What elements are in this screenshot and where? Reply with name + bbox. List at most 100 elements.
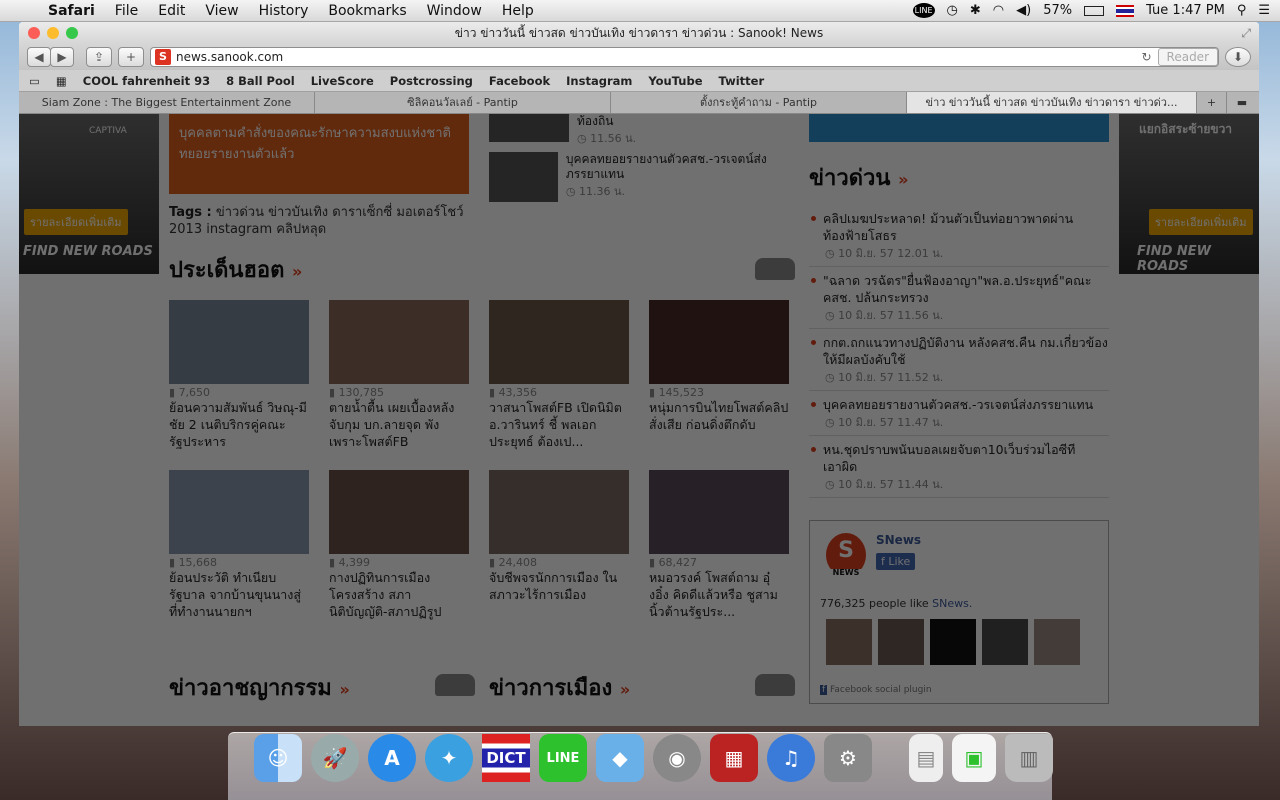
bluetooth-icon[interactable]: ✱ (970, 3, 981, 18)
hot-card[interactable]: ▮ 130,785 ตายน้ำตื้น เผยเบื้องหลังจับกุม … (329, 300, 469, 450)
news-thumbnail[interactable] (489, 114, 569, 142)
card-image[interactable] (169, 300, 309, 384)
time-machine-icon[interactable]: ◷ (947, 3, 958, 18)
hot-card[interactable]: ▮ 4,399 กางปฏิทินการเมือง โครงสร้าง สภานิ… (329, 470, 469, 620)
snews-logo[interactable]: S NEWS (826, 533, 866, 577)
facetime-icon[interactable]: ◉ (653, 734, 701, 782)
sidebar-banner[interactable] (809, 114, 1109, 142)
menu-edit[interactable]: Edit (148, 3, 195, 19)
right-ad-banner[interactable]: แยกอิสระซ้ายขวา รายละเอียดเพิ่มเติม FIND… (1119, 114, 1259, 274)
share-button[interactable]: ⇪ (86, 47, 112, 67)
menu-file[interactable]: File (105, 3, 148, 19)
card-title[interactable]: ย้อนประวัติ ทำเนียบรัฐบาล จากบ้านขุนนางส… (169, 569, 309, 620)
fb-avatar[interactable] (878, 619, 924, 665)
menu-view[interactable]: View (195, 3, 248, 19)
itunes-icon[interactable]: ♫ (767, 734, 815, 782)
safari-icon[interactable]: ✦ (425, 734, 473, 782)
crime-section-title[interactable]: ข่าวอาชญากรรม » (169, 670, 350, 705)
breaking-news-item[interactable]: บุคคลทยอยรายงานตัวคสช.-วรเจตน์ส่งภรรยาแท… (809, 391, 1109, 436)
tab-pantip-question[interactable]: ตั้งกระทู้คำถาม - Pantip (611, 92, 907, 113)
breaking-news-item[interactable]: หน.ชุดปราบพนันบอลเผยจับตา10เว็บร่วมไอซีท… (809, 436, 1109, 498)
downloads-button[interactable]: ⬇ (1225, 47, 1251, 67)
bookmark-facebook[interactable]: Facebook (489, 74, 550, 88)
dropbox-icon[interactable]: ◆ (596, 734, 644, 782)
breaking-news-item[interactable]: กกต.ถกแนวทางปฏิบัติงาน หลังคสช.คืน กม.เก… (809, 329, 1109, 391)
fb-plugin-label[interactable]: f Facebook social plugin (820, 685, 932, 695)
menu-help[interactable]: Help (492, 3, 544, 19)
tab-pantip-silicon[interactable]: ซิลิคอนวัลเลย์ - Pantip (315, 92, 611, 113)
battery-percent[interactable]: 57% (1043, 3, 1072, 18)
breaking-news-headline[interactable]: บุคคลทยอยรายงานตัวคสช.-วรเจตน์ส่งภรรยาแท… (823, 396, 1109, 413)
reload-icon[interactable]: ↻ (1141, 50, 1151, 64)
tab-siam-zone[interactable]: Siam Zone : The Biggest Entertainment Zo… (19, 92, 315, 113)
featured-headline[interactable]: บุคคลตามคำสั่งของคณะรักษาความสงบแห่งชาติ… (169, 114, 469, 194)
card-title[interactable]: ย้อนความสัมพันธ์ วิษณุ-มีชัย 2 เนติบริกร… (169, 399, 309, 450)
breaking-news-headline[interactable]: "ฉลาด วรฉัตร"ยื่นฟ้องอาญา"พล.อ.ประยุทธ์"… (823, 272, 1109, 306)
breaking-news-headline[interactable]: คลิปเมฆประหลาด! ม้วนตัวเป็นท่อยาวพาดผ่าน… (823, 210, 1109, 244)
card-title[interactable]: ตายน้ำตื้น เผยเบื้องหลังจับกุม บก.ลายจุด… (329, 399, 469, 450)
menu-window[interactable]: Window (417, 3, 492, 19)
top-sites-icon[interactable]: ▦ (56, 74, 67, 88)
ad-details-button[interactable]: รายละเอียดเพิ่มเติม (24, 209, 128, 235)
finder-icon[interactable]: ☺ (254, 734, 302, 782)
flag-thai-icon[interactable] (1116, 4, 1135, 17)
url-bar[interactable]: S news.sanook.com ↻ Reader (150, 47, 1219, 67)
breaking-news-title[interactable]: ข่าวด่วน » (809, 160, 1109, 195)
ad-details-button[interactable]: รายละเอียดเพิ่มเติม (1149, 209, 1253, 235)
hot-card[interactable]: ▮ 43,356 วาสนาโพสต์FB เปิดนิมิต อ.วารินทร… (489, 300, 629, 450)
line-icon[interactable]: LINE (912, 3, 935, 18)
card-title[interactable]: วาสนาโพสต์FB เปิดนิมิต อ.วารินทร์ ชี้ พล… (489, 399, 629, 450)
menu-history[interactable]: History (249, 3, 319, 19)
hot-card[interactable]: ▮ 24,408 จับชีพจรนักการเมือง ในสภาวะไร้กา… (489, 470, 629, 620)
fb-page-name[interactable]: SNews (876, 533, 921, 547)
tags-list[interactable]: ข่าวด่วน ข่าวบันเทิง ดาราเซ็กซี่ มอเตอร์… (169, 205, 464, 237)
menu-bookmarks[interactable]: Bookmarks (318, 3, 416, 19)
spotlight-search-icon[interactable]: ⚲ (1237, 3, 1247, 18)
trash-icon[interactable]: ▥ (1005, 734, 1053, 782)
line-app-icon[interactable]: LINE (539, 734, 587, 782)
add-tab-button[interactable]: + (1197, 92, 1227, 113)
bookmark-instagram[interactable]: Instagram (566, 74, 632, 88)
photo-booth-icon[interactable]: ▦ (710, 734, 758, 782)
menu-app-safari[interactable]: Safari (38, 3, 105, 19)
tab-overview-icon[interactable]: ▬ (1227, 92, 1257, 113)
card-image[interactable] (169, 470, 309, 554)
bookmark-twitter[interactable]: Twitter (719, 74, 765, 88)
card-image[interactable] (649, 470, 789, 554)
hot-card[interactable]: ▮ 7,650 ย้อนความสัมพันธ์ วิษณุ-มีชัย 2 เน… (169, 300, 309, 450)
politics-section-title[interactable]: ข่าวการเมือง » (489, 670, 630, 705)
fb-avatar[interactable] (982, 619, 1028, 665)
breaking-news-headline[interactable]: หน.ชุดปราบพนันบอลเผยจับตา10เว็บร่วมไอซีท… (823, 441, 1109, 475)
minimize-button[interactable] (47, 27, 59, 39)
close-button[interactable] (28, 27, 40, 39)
battery-icon[interactable] (1084, 5, 1105, 16)
breaking-news-headline[interactable]: กกต.ถกแนวทางปฏิบัติงาน หลังคสช.คืน กม.เก… (823, 334, 1109, 368)
forward-button[interactable]: ▶ (50, 47, 74, 67)
news-title[interactable]: ท้องถิ่น (577, 114, 636, 129)
back-button[interactable]: ◀ (27, 47, 51, 67)
reader-button[interactable]: Reader (1157, 48, 1218, 66)
bookmark-youtube[interactable]: YouTube (648, 74, 702, 88)
fb-like-button[interactable]: f Like (876, 553, 916, 570)
card-title[interactable]: จับชีพจรนักการเมือง ในสภาวะไร้การเมือง (489, 569, 629, 603)
small-news-item[interactable]: บุคคลทยอยรายงานตัวคสช.-วรเจตน์ส่งภรรยาแท… (489, 152, 789, 202)
hot-card[interactable]: ▮ 145,523 หนุ่มการบินไทยโพสต์คลิปสั่งเสีย… (649, 300, 789, 450)
card-title[interactable]: กางปฏิทินการเมือง โครงสร้าง สภานิติบัญญั… (329, 569, 469, 620)
hot-section-title[interactable]: ประเด็นฮอต » (169, 252, 302, 287)
tab-sanook-news[interactable]: ข่าว ข่าววันนี้ ข่าวสด ข่าวบันเทิง ข่าวด… (907, 92, 1197, 113)
bookmark-8-ball-pool[interactable]: 8 Ball Pool (226, 74, 295, 88)
notification-center-icon[interactable]: ☰ (1258, 3, 1270, 18)
breaking-news-item[interactable]: คลิปเมฆประหลาด! ม้วนตัวเป็นท่อยาวพาดผ่าน… (809, 205, 1109, 267)
document-icon[interactable]: ▤ (909, 734, 943, 782)
card-image[interactable] (489, 300, 629, 384)
card-image[interactable] (329, 300, 469, 384)
app-store-icon[interactable]: A (368, 734, 416, 782)
card-image[interactable] (329, 470, 469, 554)
small-news-item[interactable]: ท้องถิ่น ◷ 11.56 น. (489, 114, 789, 147)
bookmark-postcrossing[interactable]: Postcrossing (390, 74, 473, 88)
fb-page-link[interactable]: SNews. (932, 597, 972, 610)
card-title[interactable]: หมอวรงค์ โพสต์ถาม อุ๋งอิ๋ง คิดดีแล้วหรือ… (649, 569, 789, 620)
bookmark-livescore[interactable]: LiveScore (311, 74, 374, 88)
bookmark-cool[interactable]: COOL fahrenheit 93 (83, 74, 210, 88)
volume-icon[interactable]: ◀) (1016, 3, 1031, 18)
